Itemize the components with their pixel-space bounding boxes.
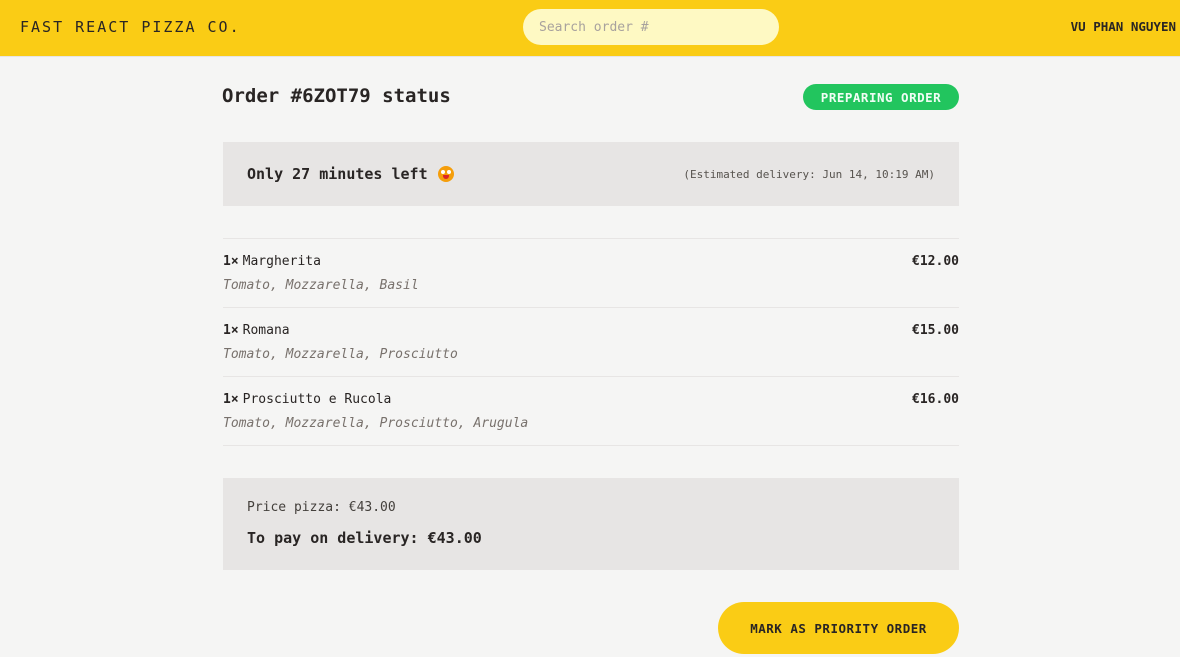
order-title: Order #6ZOT79 status bbox=[222, 85, 451, 107]
item-price: €16.00 bbox=[912, 392, 959, 407]
item-title: Margherita bbox=[242, 254, 321, 269]
eta-text: Only 27 minutes left bbox=[247, 165, 428, 183]
search-order-input[interactable] bbox=[523, 9, 779, 45]
item-name: 1× Prosciutto e Rucola bbox=[223, 392, 391, 407]
status-badge: PREPARING ORDER bbox=[803, 84, 959, 110]
list-item: 1× Prosciutto e Rucola €16.00 Tomato, Moz… bbox=[223, 377, 959, 446]
item-title: Prosciutto e Rucola bbox=[242, 392, 392, 407]
order-items-list: 1× Margherita €12.00 Tomato, Mozzarella, … bbox=[223, 238, 959, 446]
item-ingredients: Tomato, Mozzarella, Prosciutto bbox=[223, 347, 458, 362]
list-item: 1× Romana €15.00 Tomato, Mozzarella, Pros… bbox=[223, 308, 959, 377]
item-title: Romana bbox=[242, 323, 290, 338]
item-ingredients: Tomato, Mozzarella, Prosciutto, Arugula bbox=[223, 416, 529, 431]
list-item: 1× Margherita €12.00 Tomato, Mozzarella, … bbox=[223, 239, 959, 308]
eta-main: Only 27 minutes left bbox=[247, 165, 454, 183]
item-ingredients: Tomato, Mozzarella, Basil bbox=[223, 278, 419, 293]
price-summary-panel: Price pizza: €43.00 To pay on delivery: … bbox=[223, 478, 959, 570]
app-header: FAST REACT PIZZA CO. VU PHAN NGUYEN bbox=[0, 0, 1180, 57]
item-name: 1× Romana bbox=[223, 323, 290, 338]
mark-priority-button[interactable]: MARK AS PRIORITY ORDER bbox=[718, 602, 959, 654]
item-price: €12.00 bbox=[912, 254, 959, 269]
item-quantity: 1× bbox=[223, 323, 239, 338]
price-pizza: Price pizza: €43.00 bbox=[247, 500, 396, 515]
estimated-delivery: (Estimated delivery: Jun 14, 10:19 AM) bbox=[683, 168, 935, 181]
item-quantity: 1× bbox=[223, 254, 239, 269]
to-pay-on-delivery: To pay on delivery: €43.00 bbox=[247, 529, 482, 547]
item-name: 1× Margherita bbox=[223, 254, 321, 269]
item-quantity: 1× bbox=[223, 392, 239, 407]
item-price: €15.00 bbox=[912, 323, 959, 338]
username: VU PHAN NGUYEN bbox=[1070, 19, 1176, 34]
delivery-eta-panel: Only 27 minutes left (Estimated delivery… bbox=[223, 142, 959, 206]
grinning-face-emoji-icon bbox=[437, 166, 454, 182]
app-logo[interactable]: FAST REACT PIZZA CO. bbox=[20, 18, 241, 36]
